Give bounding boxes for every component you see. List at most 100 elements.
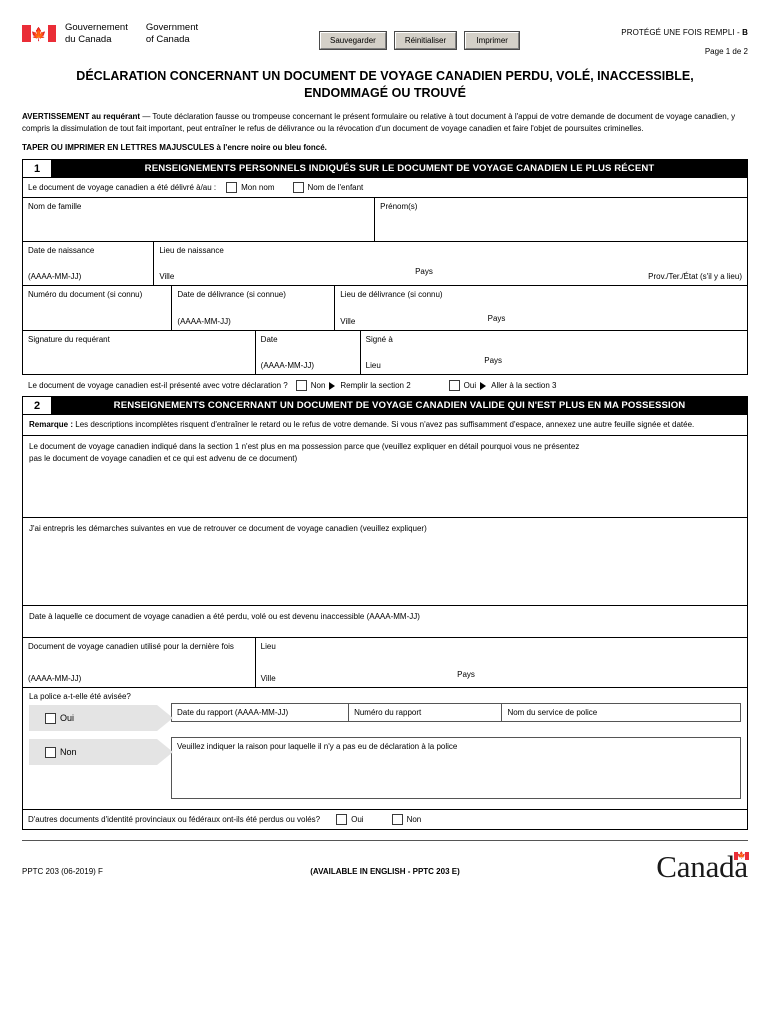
police-no-banner: Non: [29, 739, 173, 765]
signature-date-label: Date: [260, 335, 278, 344]
available-in-english: (AVAILABLE IN ENGLISH - PPTC 203 E): [310, 867, 460, 876]
last-used-format: (AAAA-MM-JJ): [28, 674, 82, 683]
birth-row: Date de naissance (AAAA-MM-JJ) Lieu de n…: [23, 241, 747, 285]
section-1: 1 RENSEIGNEMENTS PERSONNELS INDIQUÉS SUR…: [22, 159, 748, 375]
birth-date-label: Date de naissance: [28, 246, 95, 255]
arrow-right-icon: [329, 381, 336, 390]
birth-place-field[interactable]: Lieu de naissance Ville Pays Prov./Ter./…: [153, 242, 747, 285]
document-number-label: Numéro du document (si connu): [28, 290, 143, 299]
warning-text: AVERTISSEMENT au requérant — Toute décla…: [22, 111, 748, 134]
checkbox-presented-no[interactable]: [295, 380, 307, 391]
surname-field[interactable]: Nom de famille: [23, 198, 374, 241]
report-date-field[interactable]: Date du rapport (AAAA-MM-JJ): [172, 704, 348, 721]
checkbox-police-yes[interactable]: [45, 712, 56, 724]
report-date-label: Date du rapport (AAAA-MM-JJ): [177, 708, 289, 717]
other-docs-yes-label: Oui: [351, 814, 364, 824]
last-used-label: Document de voyage canadien utilisé pour…: [28, 642, 234, 651]
other-docs-row: D'autres documents d'identité provinciau…: [23, 809, 747, 829]
instruction-text: TAPER OU IMPRIMER EN LETTRES MAJUSCULES …: [22, 143, 748, 152]
page-title: DÉCLARATION CONCERNANT UN DOCUMENT DE VO…: [76, 69, 694, 100]
issue-place-label: Lieu de délivrance (si connu): [340, 290, 443, 299]
lost-date-label: Date à laquelle ce document de voyage ca…: [29, 612, 420, 621]
issue-date-format: (AAAA-MM-JJ): [177, 317, 231, 326]
steps-row: J'ai entrepris les démarches suivantes e…: [23, 517, 747, 605]
page-footer: PPTC 203 (06-2019) F (AVAILABLE IN ENGLI…: [22, 841, 749, 897]
document-row: Numéro du document (si connu) Date de dé…: [23, 285, 747, 330]
no-report-reason-textarea[interactable]: Veuillez indiquer la raison pour laquell…: [171, 737, 741, 799]
police-section: La police a-t-elle été avisée? Oui Date …: [23, 687, 747, 809]
last-used-field[interactable]: Document de voyage canadien utilisé pour…: [23, 638, 255, 687]
page-number: Page 1 de 2: [704, 47, 748, 56]
police-no-row: Non Veuillez indiquer la raison pour laq…: [23, 737, 747, 809]
lost-date-row: Date à laquelle ce document de voyage ca…: [23, 605, 747, 637]
given-names-field[interactable]: Prénom(s): [374, 198, 747, 241]
gov-en-line2: of Canada: [145, 33, 190, 45]
steps-textarea[interactable]: J'ai entrepris les démarches suivantes e…: [23, 518, 747, 605]
police-question: La police a-t-elle été avisée?: [29, 692, 131, 701]
police-service-label: Nom du service de police: [507, 708, 598, 717]
no-report-reason-label: Veuillez indiquer la raison pour laquell…: [177, 742, 458, 751]
police-no-label: Non: [60, 747, 77, 757]
section-2-title: RENSEIGNEMENTS CONCERNANT UN DOCUMENT DE…: [52, 397, 747, 414]
lost-date-field[interactable]: Date à laquelle ce document de voyage ca…: [23, 606, 747, 637]
last-place-field[interactable]: Lieu Ville Pays: [254, 638, 747, 687]
checkbox-my-name[interactable]: [226, 182, 238, 193]
instruction-rest: à l'encre noire ou bleu foncé.: [214, 143, 327, 152]
gov-en-line1: Government: [145, 22, 199, 33]
police-yes-label: Oui: [60, 713, 75, 723]
note-bold: Remarque :: [29, 420, 74, 429]
issued-to-row: Le document de voyage canadien a été dél…: [23, 177, 747, 197]
last-place-label: Lieu: [260, 642, 276, 651]
section-1-number: 1: [23, 160, 52, 177]
other-docs-question: D'autres documents d'identité provinciau…: [28, 814, 321, 824]
checkbox-other-docs-yes[interactable]: [336, 814, 348, 825]
explain-line1: Le document de voyage canadien indiqué d…: [29, 442, 580, 451]
arrow-right-icon-2: [480, 381, 487, 390]
page-header: 🍁 Gouvernement du Canada Government of C…: [0, 0, 770, 62]
presented-question-label: Le document de voyage canadien est-il pr…: [28, 381, 288, 390]
print-button[interactable]: Imprimer: [464, 31, 521, 50]
presented-no-label: Non: [310, 381, 326, 390]
section-2: 2 RENSEIGNEMENTS CONCERNANT UN DOCUMENT …: [22, 396, 748, 830]
last-used-row: Document de voyage canadien utilisé pour…: [23, 637, 747, 687]
issue-place-field[interactable]: Lieu de délivrance (si connu) Ville Pays: [334, 286, 747, 330]
police-service-field[interactable]: Nom du service de police: [501, 704, 740, 721]
protected-marking: PROTÉGÉ UNE FOIS REMPLI - B Page 1 de 2: [621, 28, 748, 56]
note-row: Remarque : Les descriptions incomplètes …: [23, 414, 747, 435]
document-number-field[interactable]: Numéro du document (si connu): [23, 286, 171, 330]
birth-date-field[interactable]: Date de naissance (AAAA-MM-JJ): [23, 242, 153, 285]
explain-textarea[interactable]: Le document de voyage canadien indiqué d…: [23, 436, 747, 517]
government-of-canada-signature: 🍁 Gouvernement du Canada Government of C…: [22, 22, 216, 45]
police-yes-row: Oui Date du rapport (AAAA-MM-JJ) Numéro …: [23, 703, 747, 737]
signature-row: Signature du requérant Date (AAAA-MM-JJ)…: [23, 330, 747, 374]
gov-fr-line2: du Canada: [65, 33, 112, 45]
signature-label: Signature du requérant: [28, 335, 110, 344]
reset-button[interactable]: Réinitialiser: [393, 31, 458, 50]
save-button[interactable]: Sauvegarder: [319, 31, 387, 50]
form-toolbar: Sauvegarder Réinitialiser Imprimer: [319, 31, 521, 50]
report-number-field[interactable]: Numéro du rapport: [348, 704, 501, 721]
checkbox-other-docs-no[interactable]: [391, 814, 403, 825]
explain-row: Le document de voyage canadien indiqué d…: [23, 435, 747, 517]
protected-level: B: [742, 28, 748, 37]
signature-date-field[interactable]: Date (AAAA-MM-JJ): [254, 331, 360, 374]
police-report-table: Date du rapport (AAAA-MM-JJ) Numéro du r…: [171, 703, 741, 722]
issue-city-label: Ville: [340, 317, 356, 326]
issued-to-label: Le document de voyage canadien a été dél…: [28, 182, 217, 192]
signed-at-field[interactable]: Signé à Lieu Pays: [359, 331, 747, 374]
given-names-label: Prénom(s): [380, 202, 418, 211]
birth-city-label: Ville: [159, 272, 175, 281]
section-1-header: 1 RENSEIGNEMENTS PERSONNELS INDIQUÉS SUR…: [23, 159, 747, 177]
protected-label: PROTÉGÉ UNE FOIS REMPLI -: [621, 28, 743, 37]
section-2-number: 2: [23, 397, 52, 414]
signature-field[interactable]: Signature du requérant: [23, 331, 255, 374]
note-text: Les descriptions incomplètes risquent d'…: [73, 420, 695, 429]
surname-label: Nom de famille: [28, 202, 82, 211]
checkbox-child-name[interactable]: [292, 182, 304, 193]
issue-date-field[interactable]: Date de délivrance (si connue) (AAAA-MM-…: [171, 286, 334, 330]
gov-fr-line1: Gouvernement: [65, 22, 128, 33]
checkbox-police-no[interactable]: [45, 746, 56, 758]
birth-prov-label: Prov./Ter./État (s'il y a lieu): [648, 272, 742, 281]
birth-place-label: Lieu de naissance: [159, 246, 224, 255]
checkbox-presented-yes[interactable]: [448, 380, 460, 391]
